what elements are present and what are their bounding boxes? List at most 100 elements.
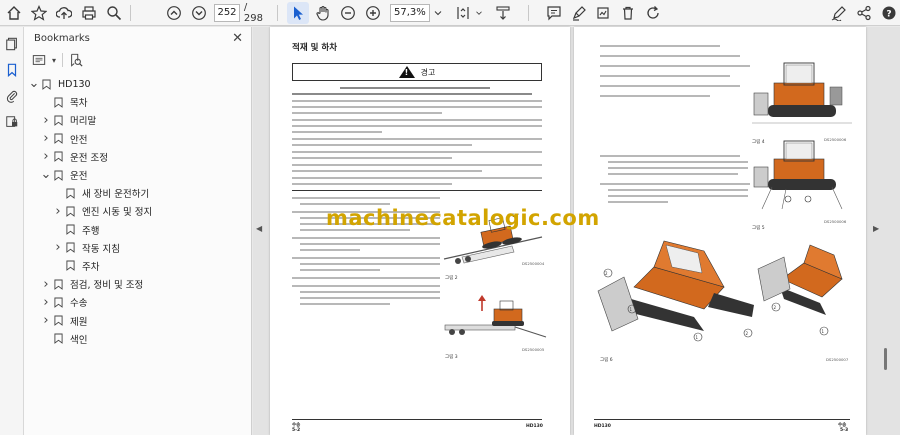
search-icon[interactable]: [103, 2, 125, 24]
chevron-right-icon[interactable]: ›: [40, 113, 52, 128]
document-page-right: 그림 4 DS2500006 그림 5 DS2500006 2 1 1 2 2 …: [574, 27, 866, 435]
chevron-right-icon[interactable]: ›: [40, 313, 52, 328]
bookmark-label: 색인: [70, 334, 88, 346]
zoom-in-icon[interactable]: [362, 2, 384, 24]
zoom-level-dropdown[interactable]: 57,3%: [389, 3, 431, 22]
chevron-down-icon[interactable]: ⌄: [40, 168, 52, 181]
bookmark-item[interactable]: 주행: [24, 221, 251, 239]
share-icon[interactable]: [853, 2, 875, 24]
bookmarks-toolbar: ▾: [24, 49, 251, 71]
cloud-upload-icon[interactable]: [53, 2, 75, 24]
print-icon[interactable]: [78, 2, 100, 24]
page-down-icon[interactable]: [188, 2, 210, 24]
toolbar-divider: [527, 4, 529, 21]
chevron-down-icon[interactable]: [474, 2, 484, 24]
collapse-panel-right-icon[interactable]: ▶: [873, 224, 879, 233]
bookmark-item[interactable]: 목차: [24, 93, 251, 111]
bookmark-item[interactable]: 새 장비 운전하기: [24, 184, 251, 202]
bookmark-item[interactable]: 주차: [24, 257, 251, 275]
bookmark-label: 목차: [70, 98, 88, 110]
chevron-right-icon[interactable]: ›: [52, 240, 64, 255]
bookmarks-header: Bookmarks ✕: [24, 27, 251, 49]
svg-text:2: 2: [746, 331, 749, 336]
rotate-icon[interactable]: [642, 2, 664, 24]
home-icon[interactable]: [3, 2, 25, 24]
bookmark-label: 작동 지침: [82, 243, 120, 255]
bookmark-icon: [54, 133, 66, 145]
chevron-down-icon[interactable]: ⌄: [28, 77, 40, 90]
footer-page-number: 5-2: [292, 428, 301, 433]
security-lock-icon[interactable]: [0, 109, 24, 135]
page-total: / 298: [243, 1, 263, 24]
bookmarks-panel: Bookmarks ✕ ▾ ⌄ HD130 목차 › 머리말 › 안전 › 운전 조정 ⌄ 운전 새 …: [24, 27, 252, 435]
figure-3-code: DS2500005: [522, 347, 545, 352]
bookmark-item[interactable]: › 제원: [24, 311, 251, 329]
bookmark-label: 새 장비 운전하기: [82, 189, 150, 201]
bookmark-item[interactable]: › 점검, 정비 및 조정: [24, 275, 251, 293]
bookmark-label: HD130: [58, 78, 91, 90]
bookmark-item[interactable]: ⌄ 운전: [24, 166, 251, 184]
bookmark-item[interactable]: › 엔진 시동 및 정지: [24, 202, 251, 220]
page-thumbnails-icon[interactable]: [0, 31, 24, 57]
svg-text:1: 1: [696, 335, 699, 340]
chevron-right-icon[interactable]: ›: [40, 295, 52, 310]
bookmark-star-icon[interactable]: [28, 2, 50, 24]
scroll-mode-icon[interactable]: [492, 2, 514, 24]
bookmark-icon: [54, 151, 66, 163]
bookmark-item[interactable]: › 안전: [24, 130, 251, 148]
hand-tool-icon[interactable]: [312, 2, 334, 24]
fit-page-icon[interactable]: [452, 2, 474, 24]
sign-pen-icon[interactable]: [828, 2, 850, 24]
document-page-left: 적재 및 하차 경고 15° DS2: [270, 27, 570, 435]
warning-triangle-icon: [398, 66, 415, 78]
chevron-right-icon[interactable]: ›: [40, 149, 52, 164]
zoom-out-icon[interactable]: [337, 2, 359, 24]
bookmark-label: 운전: [70, 171, 88, 183]
navigation-rail: [0, 27, 24, 435]
highlight-pen-icon[interactable]: [568, 2, 590, 24]
select-cursor-icon[interactable]: [287, 1, 310, 24]
bookmark-item[interactable]: ⌄ HD130: [24, 75, 251, 93]
section-title: 적재 및 하차: [292, 43, 338, 53]
bookmark-item[interactable]: › 작동 지침: [24, 239, 251, 257]
vertical-scrollbar[interactable]: [884, 348, 887, 370]
page-number-input[interactable]: 252: [214, 3, 240, 22]
toolbar: 252 / 298 57,3% ?: [0, 0, 900, 26]
chevron-down-icon[interactable]: [432, 2, 444, 24]
comment-icon[interactable]: [543, 2, 565, 24]
page-up-icon[interactable]: [163, 2, 185, 24]
bookmark-label: 수송: [70, 298, 88, 310]
help-icon[interactable]: ?: [878, 2, 900, 24]
footer-model: HD130: [526, 424, 543, 429]
chevron-right-icon[interactable]: ›: [40, 277, 52, 292]
bookmark-label: 운전 조정: [70, 152, 108, 164]
bookmark-icon: [54, 279, 66, 290]
bookmark-label: 주차: [82, 261, 100, 273]
svg-text:2: 2: [774, 305, 777, 310]
bookmark-item[interactable]: › 수송: [24, 293, 251, 311]
stamp-icon[interactable]: [593, 2, 615, 24]
collapse-panel-left-icon[interactable]: ◀: [256, 224, 262, 233]
find-bookmark-icon[interactable]: [69, 53, 83, 67]
chevron-right-icon[interactable]: ›: [52, 204, 64, 219]
bookmark-icon: [54, 115, 66, 126]
close-icon[interactable]: ✕: [232, 31, 243, 46]
bookmark-item[interactable]: › 머리말: [24, 111, 251, 129]
delete-icon[interactable]: [617, 2, 639, 24]
chevron-right-icon[interactable]: ›: [40, 131, 52, 146]
bookmark-item[interactable]: › 운전 조정: [24, 148, 251, 166]
bookmark-options-icon[interactable]: [32, 53, 46, 67]
figure-5-code: DS2500006: [824, 219, 847, 224]
chevron-down-icon[interactable]: ▾: [52, 56, 56, 65]
warning-label: 경고: [420, 67, 436, 77]
figure-2-label: 그림 2: [445, 276, 458, 281]
bookmarks-panel-icon[interactable]: [0, 57, 24, 83]
bookmark-label: 머리말: [70, 116, 97, 128]
attachments-icon[interactable]: [0, 83, 24, 109]
svg-text:1: 1: [822, 329, 825, 334]
bookmark-icon: [66, 224, 78, 235]
bookmark-item[interactable]: 색인: [24, 330, 251, 348]
bookmark-icon: [66, 188, 78, 199]
footer-page-number: 5-3: [840, 428, 849, 433]
bookmark-icon: [54, 97, 66, 108]
